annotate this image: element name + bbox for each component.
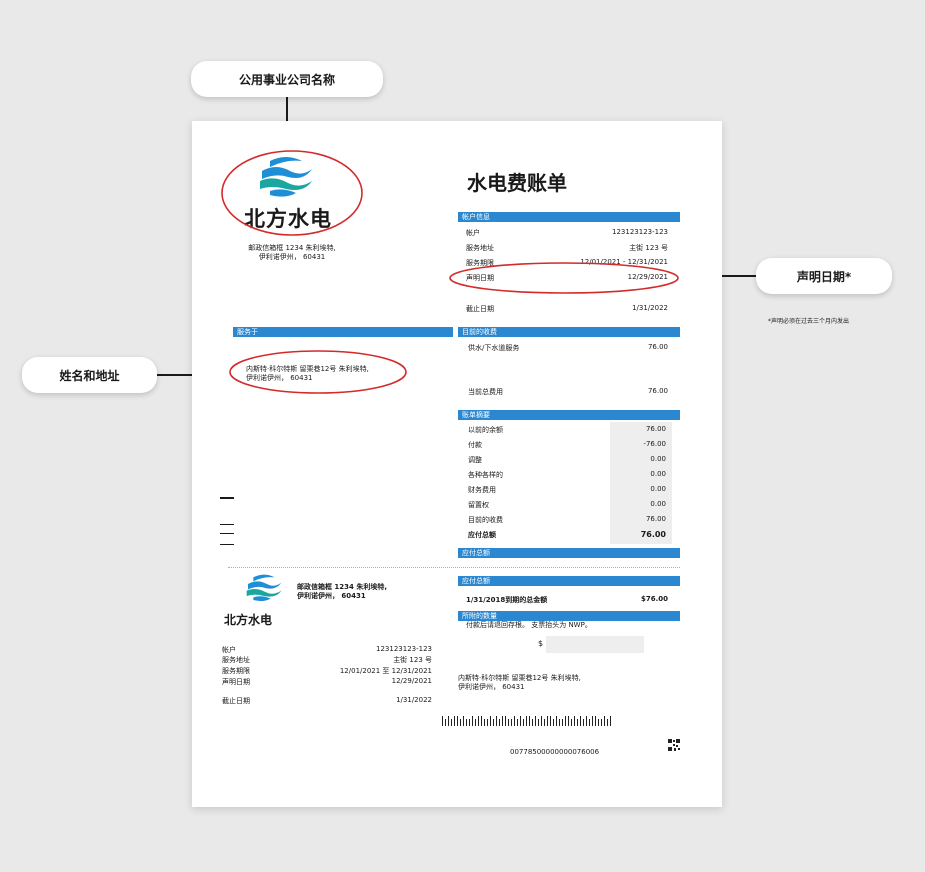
summary-label: 以前的余额 bbox=[468, 426, 503, 434]
account-label: 帐户 bbox=[466, 229, 480, 237]
callout-utility-name-label: 公用事业公司名称 bbox=[238, 72, 335, 87]
service-charge-label: 供水/下水道服务 bbox=[468, 344, 520, 352]
amount-enclosed-field[interactable] bbox=[546, 636, 644, 653]
stub-total-value: $76.00 bbox=[640, 595, 668, 603]
fold-mark bbox=[220, 544, 234, 545]
water-wave-icon bbox=[246, 574, 282, 602]
summary-value: 0.00 bbox=[650, 470, 666, 478]
postal-barcode bbox=[442, 716, 611, 726]
service-charge-row: 供水/下水道服务 76.00 bbox=[468, 343, 668, 353]
callout-utility-name: 公用事业公司名称 bbox=[191, 61, 383, 97]
stub-label: 服务地址 bbox=[222, 656, 250, 664]
bill-title: 水电费账单 bbox=[467, 171, 567, 195]
total-due-header: 应付总额 bbox=[458, 548, 680, 558]
perforation-line bbox=[228, 567, 680, 568]
summary-row: 各种各样的 0.00 bbox=[468, 470, 666, 480]
fold-mark bbox=[220, 533, 234, 534]
stub-value: 12/01/2021 至 12/31/2021 bbox=[339, 667, 432, 675]
barcode-number: 00778500000000076006 bbox=[510, 748, 600, 756]
callout-name-address-label: 姓名和地址 bbox=[59, 368, 120, 383]
summary-header: 账单摘要 bbox=[458, 410, 680, 420]
enclosed-note: 付款后请退回存根。 支票抬头为 NWP。 bbox=[466, 621, 592, 629]
summary-row: 付款 -76.00 bbox=[468, 440, 666, 450]
highlight-circle bbox=[449, 262, 679, 294]
stub-company-name: 北方水电 bbox=[224, 613, 273, 627]
current-charges-header: 目前的收费 bbox=[458, 327, 680, 337]
stub-label: 服务期限 bbox=[222, 667, 250, 675]
summary-total-label: 应付总额 bbox=[468, 531, 496, 539]
stub-row: 帐户 123123123-123 bbox=[222, 645, 432, 655]
callout-name-address: 姓名和地址 bbox=[22, 357, 157, 393]
summary-row: 留置权 0.00 bbox=[468, 500, 666, 510]
service-address-label: 服务地址 bbox=[466, 244, 494, 252]
stub-row: 声明日期 12/29/2021 bbox=[222, 677, 432, 687]
due-date-row: 截止日期 1/31/2022 bbox=[466, 304, 668, 314]
account-info-header: 帐户信息 bbox=[458, 212, 680, 222]
enclosed-header: 所附的数量 bbox=[458, 611, 680, 621]
served-header: 服务于 bbox=[233, 327, 453, 337]
stub-value: 12/29/2021 bbox=[391, 677, 432, 685]
utility-bill: 北方水电 邮政信箱框 1234 朱利埃特, 伊利诺伊州， 60431 水电费账单… bbox=[192, 121, 722, 807]
summary-row: 调整 0.00 bbox=[468, 455, 666, 465]
service-charge-value: 76.00 bbox=[647, 343, 668, 351]
fold-mark bbox=[220, 497, 234, 499]
highlight-circle bbox=[221, 150, 363, 236]
current-total-value: 76.00 bbox=[647, 387, 668, 395]
service-address-value: 主街 123 号 bbox=[629, 244, 668, 252]
stub-mailing-address: 内斯特·科尔特斯 留栗巷12号 朱利埃特, 伊利诺伊州， 60431 bbox=[458, 674, 581, 691]
summary-label: 各种各样的 bbox=[468, 471, 503, 479]
summary-total-value: 76.00 bbox=[640, 530, 666, 539]
summary-value: 0.00 bbox=[650, 500, 666, 508]
stub-label: 帐户 bbox=[222, 646, 236, 654]
summary-label: 财务费用 bbox=[468, 486, 496, 494]
service-address-row: 服务地址 主街 123 号 bbox=[466, 243, 668, 253]
account-value: 123123123-123 bbox=[612, 228, 668, 236]
summary-label: 留置权 bbox=[468, 501, 489, 509]
summary-value: 0.00 bbox=[650, 485, 666, 493]
due-date-value: 1/31/2022 bbox=[632, 304, 668, 312]
stub-row: 服务期限 12/01/2021 至 12/31/2021 bbox=[222, 666, 432, 676]
stub-row: 服务地址 主街 123 号 bbox=[222, 655, 432, 665]
summary-total-row: 应付总额 76.00 bbox=[468, 530, 666, 540]
summary-label: 目前的收费 bbox=[468, 516, 503, 524]
callout-statement-date: 声明日期* bbox=[756, 258, 892, 294]
stub-due-label: 截止日期 bbox=[222, 697, 250, 705]
summary-value: 76.00 bbox=[645, 515, 666, 523]
stub-label: 声明日期 bbox=[222, 678, 250, 686]
summary-value: 0.00 bbox=[650, 455, 666, 463]
callout-statement-date-label: 声明日期* bbox=[796, 269, 852, 284]
summary-label: 付款 bbox=[468, 441, 482, 449]
dollar-sign: $ bbox=[538, 639, 544, 648]
company-address: 邮政信箱框 1234 朱利埃特, 伊利诺伊州， 60431 bbox=[248, 244, 336, 261]
qr-code bbox=[668, 739, 680, 751]
summary-row: 以前的余额 76.00 bbox=[468, 425, 666, 435]
account-row: 帐户 123123123-123 bbox=[466, 228, 668, 238]
stub-due-value: 1/31/2022 bbox=[396, 696, 432, 704]
stub-total-row: 1/31/2018到期的总金额 $76.00 bbox=[466, 595, 668, 605]
highlight-circle bbox=[229, 350, 407, 394]
fold-mark bbox=[220, 524, 234, 525]
summary-row: 财务费用 0.00 bbox=[468, 485, 666, 495]
statement-note: *声明必须在过去三个月内发出 bbox=[768, 318, 850, 325]
stub-value: 主街 123 号 bbox=[393, 656, 432, 664]
summary-value: 76.00 bbox=[645, 425, 666, 433]
stub-total-label: 1/31/2018到期的总金额 bbox=[466, 596, 548, 604]
current-total-label: 当前总费用 bbox=[468, 388, 503, 396]
summary-value: -76.00 bbox=[643, 440, 666, 448]
due-date-label: 截止日期 bbox=[466, 305, 494, 313]
summary-row: 目前的收费 76.00 bbox=[468, 515, 666, 525]
stub-company-address: 邮政信箱框 1234 朱利埃特, 伊利诺伊州， 60431 bbox=[297, 583, 388, 600]
stub-value: 123123123-123 bbox=[376, 645, 432, 653]
summary-label: 调整 bbox=[468, 456, 482, 464]
stub-total-header: 应付总额 bbox=[458, 576, 680, 586]
current-total-row: 当前总费用 76.00 bbox=[468, 387, 668, 397]
stub-due-row: 截止日期 1/31/2022 bbox=[222, 696, 432, 706]
